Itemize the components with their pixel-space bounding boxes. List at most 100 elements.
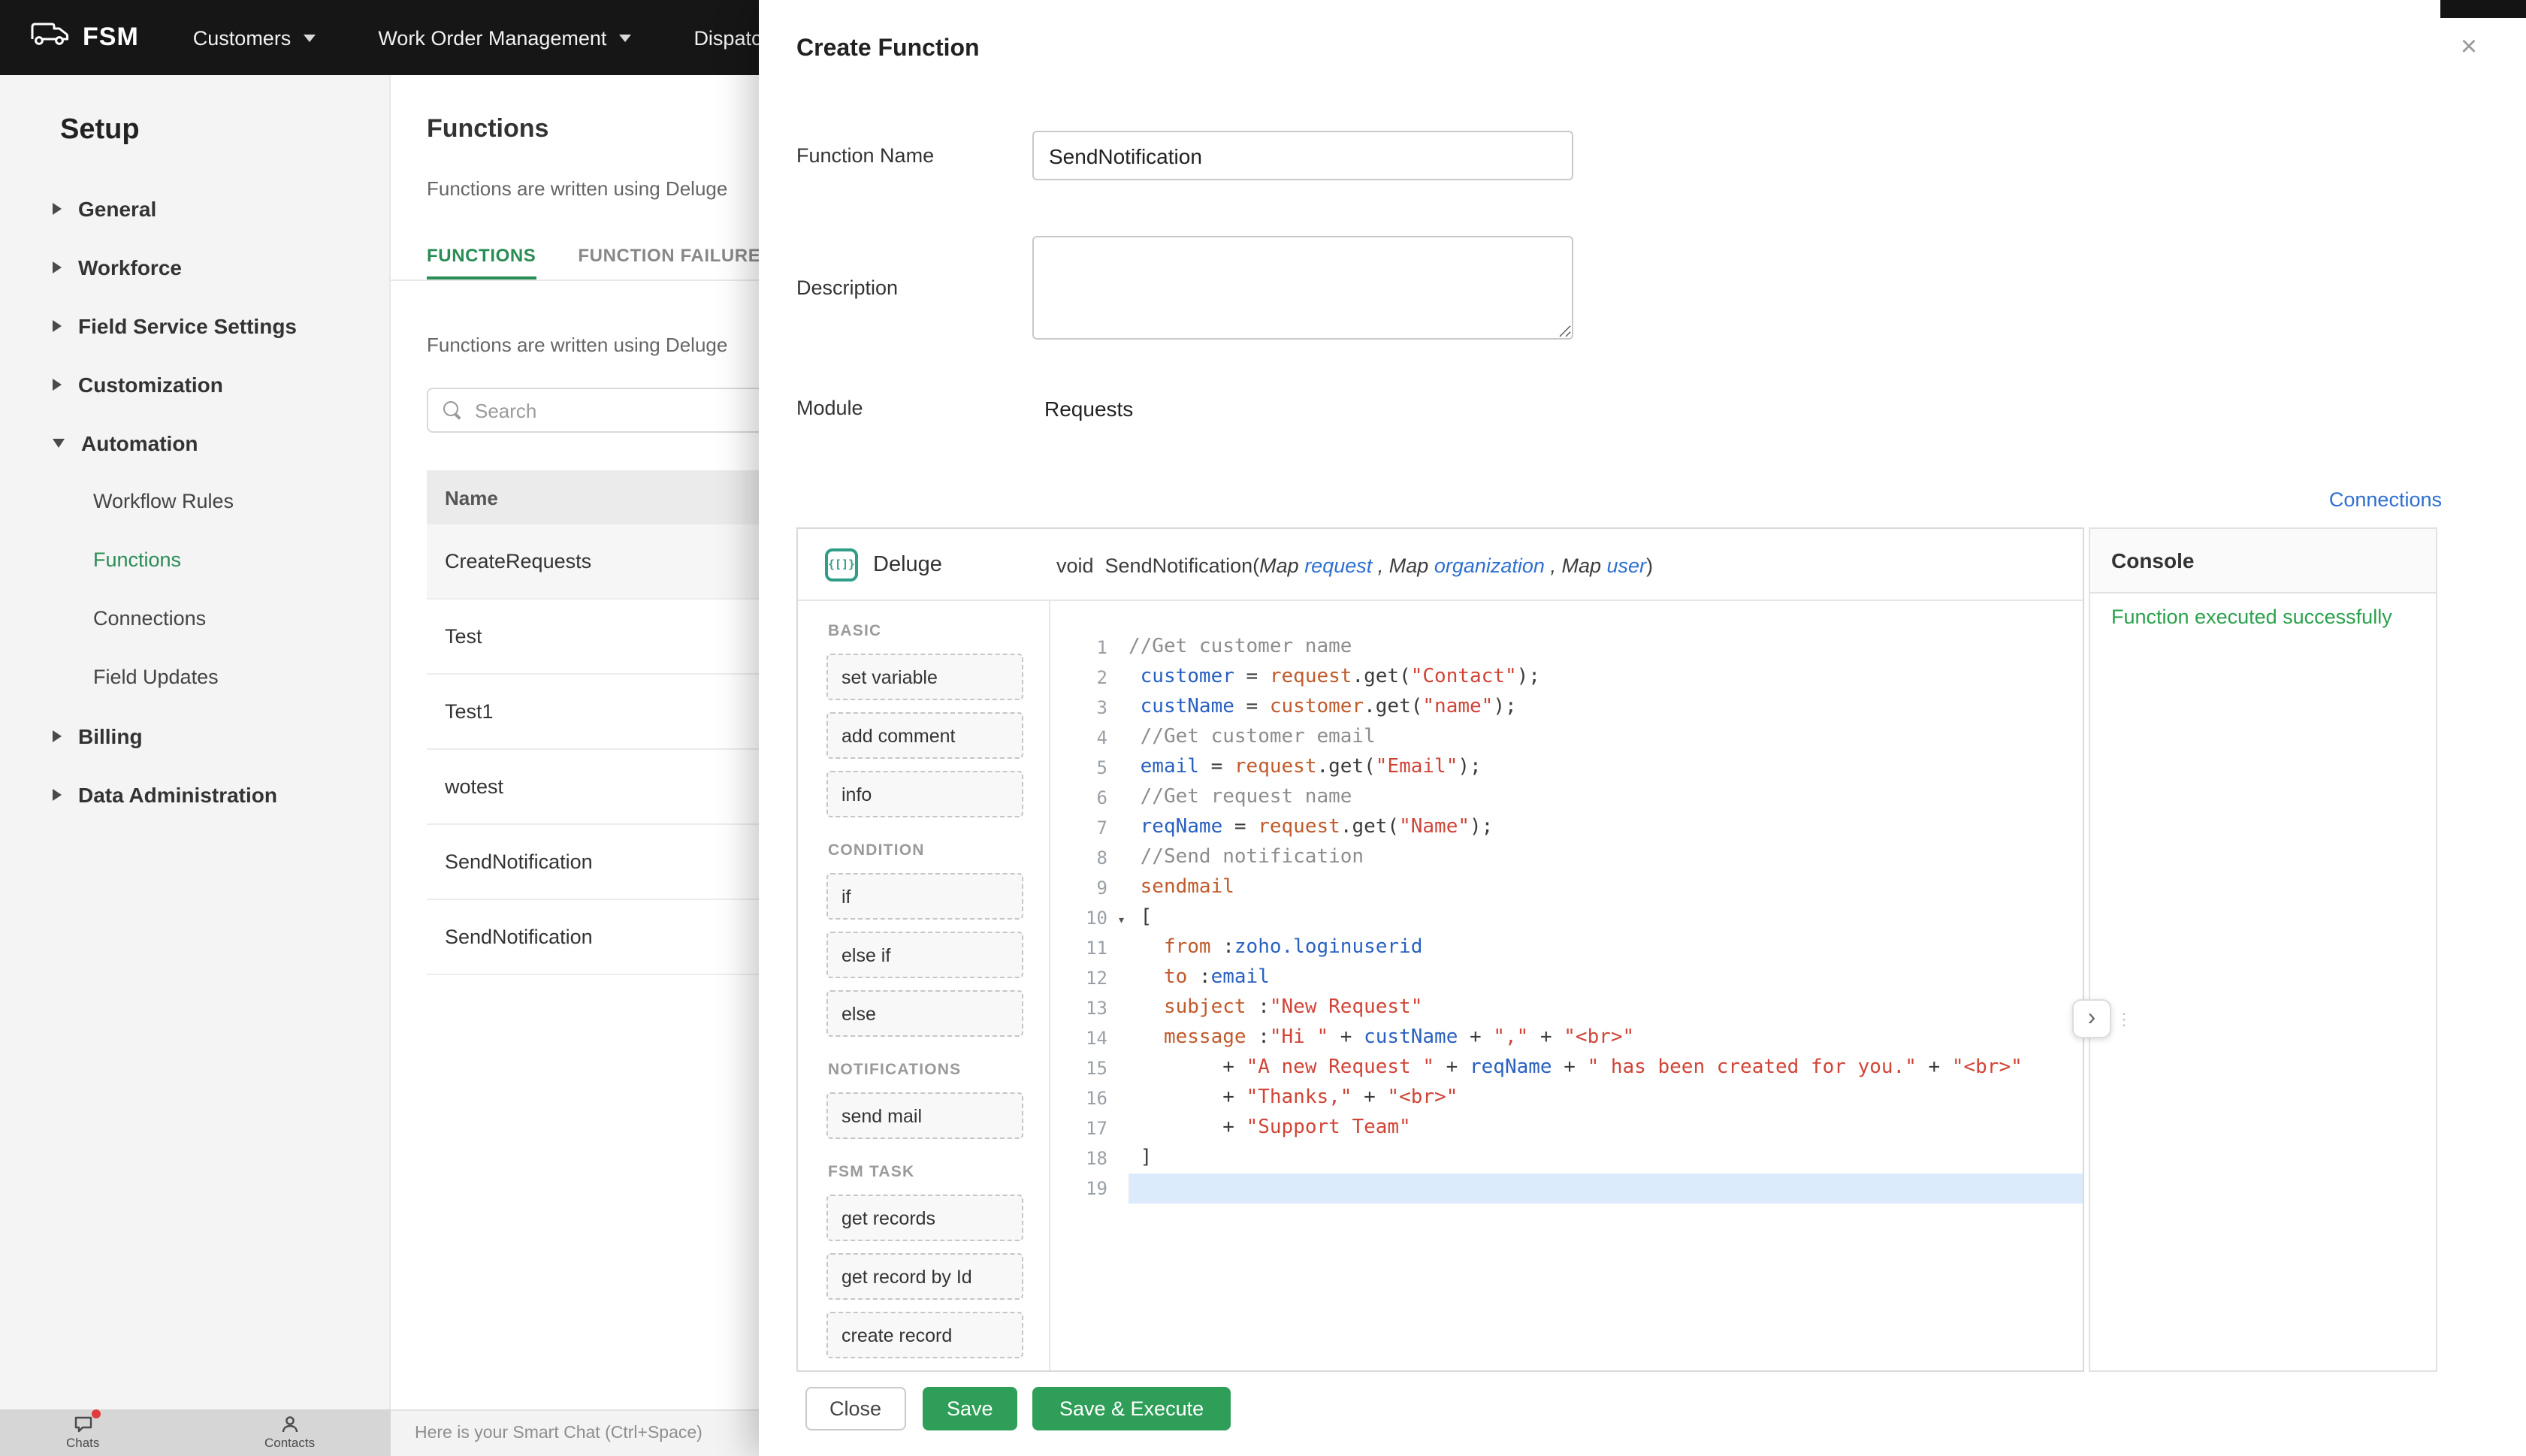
contacts-button[interactable]: Contacts [264, 1414, 315, 1450]
code-line[interactable]: 2 customer = request.get("Contact"); [1050, 663, 2083, 693]
code-token: + [1129, 1056, 1246, 1079]
code-token: "<br>" [1564, 1026, 1635, 1049]
code-token: "Name" [1399, 816, 1470, 838]
line-number: 15 [1086, 1058, 1107, 1079]
snippet-set-variable[interactable]: set variable [826, 654, 1023, 700]
sidebar-item-workflow-rules[interactable]: Workflow Rules [0, 472, 389, 530]
code-text: sendmail [1129, 873, 2083, 903]
deluge-editor: Deluge void SendNotification(Map request… [796, 527, 2084, 1372]
code-token: custName [1140, 696, 1234, 718]
code-line[interactable]: 1 //Get customer name [1050, 633, 2083, 663]
modal-title: Create Function [796, 36, 980, 62]
fold-caret-icon[interactable] [1117, 903, 1126, 936]
code-token: + [1434, 1056, 1470, 1079]
console-header: Console [2090, 529, 2436, 594]
tab-description: Functions are written using Deluge [427, 334, 728, 356]
sidebar-item-functions[interactable]: Functions [0, 530, 389, 589]
chevron-down-icon [618, 34, 631, 41]
code-line[interactable]: 3 custName = customer.get("name"); [1050, 693, 2083, 723]
sidebar-item-field-updates[interactable]: Field Updates [0, 648, 389, 706]
sidebar-item-general[interactable]: General [0, 179, 389, 237]
snippet-else-if[interactable]: else if [826, 932, 1023, 978]
console-title: Console [2111, 548, 2195, 572]
code-line[interactable]: 14 message :"Hi " + custName + "," + "<b… [1050, 1023, 2083, 1053]
nav-corner-artifact [2440, 0, 2526, 18]
code-line[interactable]: 6 //Get request name [1050, 783, 2083, 813]
chats-button[interactable]: Chats [66, 1409, 101, 1450]
editor-header: Deluge void SendNotification(Map request… [798, 529, 2083, 601]
code-line[interactable]: 9 sendmail [1050, 873, 2083, 903]
fsm-brand[interactable]: FSM [30, 21, 139, 54]
sidebar-item-customization[interactable]: Customization [0, 355, 389, 413]
function-name-cell: SendNotification [445, 850, 593, 873]
code-text: from :zoho.loginuserid [1129, 933, 2083, 963]
code-text: + "Support Team" [1129, 1113, 2083, 1143]
code-token: ); [1516, 666, 1540, 688]
code-token: //Get customer name [1129, 636, 1352, 658]
close-button[interactable]: Close [805, 1387, 906, 1430]
close-icon[interactable] [2448, 27, 2490, 69]
code-line[interactable]: 13 subject :"New Request" [1050, 993, 2083, 1023]
code-token: request [1234, 756, 1317, 778]
collapse-console-button[interactable] [2072, 999, 2111, 1038]
code-token: + [1528, 1026, 1564, 1049]
code-token: "New Request" [1269, 996, 1423, 1019]
snippet-info[interactable]: info [826, 771, 1023, 817]
save-button[interactable]: Save [923, 1387, 1017, 1430]
code-editor[interactable]: 1 //Get customer name 2 customer = request… [1050, 601, 2083, 1370]
pane-resize-handle[interactable] [2116, 1005, 2132, 1032]
sidebar-item-connections[interactable]: Connections [0, 589, 389, 648]
code-lines: 1 //Get customer name 2 customer = request… [1050, 633, 2083, 1204]
code-line[interactable]: 8 //Send notification [1050, 843, 2083, 873]
line-number: 7 [1096, 817, 1107, 838]
sidebar-item-field-service-settings[interactable]: Field Service Settings [0, 296, 389, 355]
connections-link[interactable]: Connections [2329, 488, 2442, 511]
function-name-cell: Test [445, 625, 482, 648]
function-name-input[interactable] [1032, 131, 1573, 180]
code-token: = [1222, 816, 1258, 838]
code-text: email = request.get("Email"); [1129, 753, 2083, 783]
code-line[interactable]: 18 ] [1050, 1143, 2083, 1174]
code-line[interactable]: 11 from :zoho.loginuserid [1050, 933, 2083, 963]
code-line[interactable]: 10 [ [1050, 903, 2083, 933]
code-token: : [1187, 966, 1211, 989]
code-line[interactable]: 19 [1050, 1174, 2083, 1204]
setup-sidebar: Setup General Workforce Field Service Sett… [0, 75, 391, 1409]
snippet-else[interactable]: else [826, 990, 1023, 1037]
code-line[interactable]: 5 email = request.get("Email"); [1050, 753, 2083, 783]
code-line[interactable]: 4 //Get customer email [1050, 723, 2083, 753]
code-token: "Thanks," [1246, 1086, 1352, 1109]
code-line[interactable]: 15 + "A new Request " + reqName + " has … [1050, 1053, 2083, 1083]
sidebar-item-workforce[interactable]: Workforce [0, 237, 389, 296]
code-line[interactable]: 17 + "Support Team" [1050, 1113, 2083, 1143]
snippet-send-mail[interactable]: send mail [826, 1092, 1023, 1139]
nav-item-customers[interactable]: Customers [193, 26, 316, 49]
code-token: reqName [1470, 1056, 1552, 1079]
snippet-get-record-by-id[interactable]: get record by Id [826, 1253, 1023, 1300]
code-token: + [1129, 1086, 1246, 1109]
save-execute-button[interactable]: Save & Execute [1032, 1387, 1231, 1430]
code-token: .get( [1340, 816, 1400, 838]
code-token: reqName [1140, 816, 1223, 838]
code-line[interactable]: 16 + "Thanks," + "<br>" [1050, 1083, 2083, 1113]
snippet-get-records[interactable]: get records [826, 1195, 1023, 1241]
description-input[interactable] [1032, 236, 1573, 340]
snippet-add-comment[interactable]: add comment [826, 712, 1023, 759]
line-number: 9 [1096, 878, 1107, 899]
code-line[interactable]: 7 reqName = request.get("Name"); [1050, 813, 2083, 843]
snippet-if[interactable]: if [826, 873, 1023, 920]
sidebar-item-automation[interactable]: Automation [0, 413, 389, 472]
console-panel: Console Function executed successfully [2089, 527, 2437, 1372]
nav-item-work-order-management[interactable]: Work Order Management [378, 26, 631, 49]
line-number: 8 [1096, 847, 1107, 868]
code-line[interactable]: 12 to :email [1050, 963, 2083, 993]
tab-function-failures[interactable]: FUNCTION FAILURES [578, 246, 773, 279]
sidebar-item-billing[interactable]: Billing [0, 706, 389, 765]
snippet-create-record[interactable]: create record [826, 1312, 1023, 1358]
sidebar-item-data-administration[interactable]: Data Administration [0, 765, 389, 823]
tab-functions[interactable]: FUNCTIONS [427, 246, 536, 279]
